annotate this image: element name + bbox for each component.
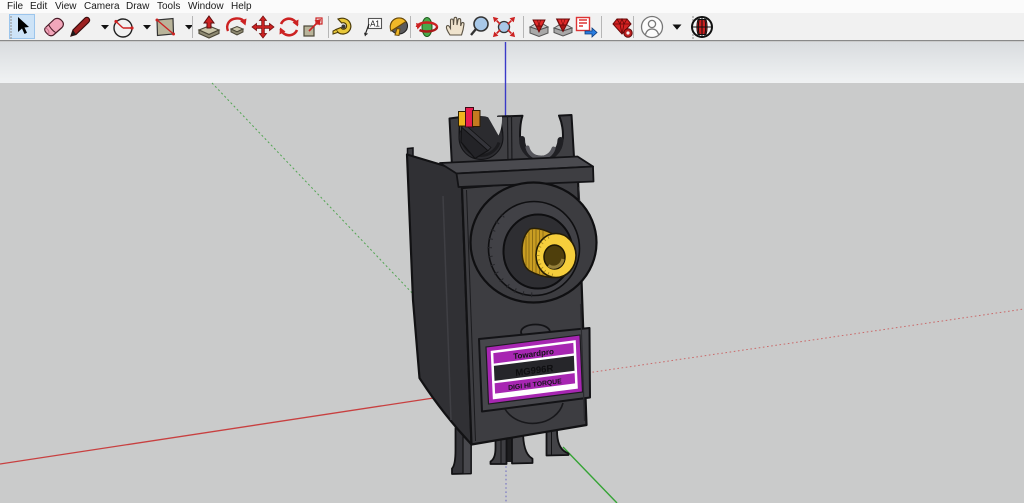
svg-text:A1: A1 bbox=[370, 20, 380, 29]
